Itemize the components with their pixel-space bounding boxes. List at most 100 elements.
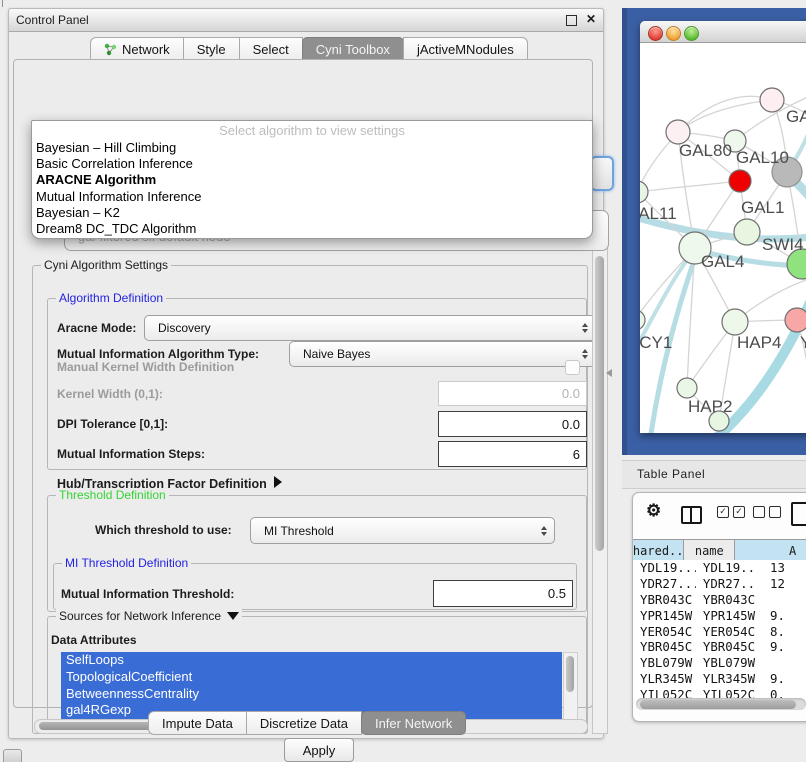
table-header-cell[interactable]: A — [735, 540, 806, 561]
algorithm-dropdown-popup: Select algorithm to view settings Bayesi… — [31, 120, 593, 239]
which-threshold-label: Which threshold to use: — [95, 523, 232, 537]
chevron-down-icon — [227, 612, 239, 620]
mi-threshold-label: Mutual Information Threshold: — [61, 587, 234, 601]
tab-label: Style — [197, 42, 226, 57]
tab-impute-data[interactable]: Impute Data — [148, 711, 247, 735]
table-header-cell[interactable]: name — [684, 540, 735, 561]
table-cell: YBR045C — [633, 639, 696, 655]
float-panel-icon[interactable] — [566, 15, 577, 26]
tab-style[interactable]: Style — [183, 37, 240, 61]
gear-icon[interactable]: ⚙ — [646, 501, 661, 521]
mi-type-value: Naive Bayes — [303, 347, 370, 361]
mac-zoom-button[interactable] — [684, 26, 699, 41]
scrollbar-thumb[interactable] — [640, 700, 796, 709]
network-canvas[interactable]: GALGAL80GAL10GAL1GAL11SWI4GAL4GCY1HAP4YH… — [640, 42, 806, 433]
table-header-cell[interactable]: shared... — [633, 540, 684, 561]
sources-toggle[interactable]: Sources for Network Inference — [56, 609, 242, 623]
network-node[interactable] — [760, 88, 784, 112]
table-window: ⚙ ✓✓ shared...nameA YDL19...YDL19...13YD… — [632, 492, 806, 722]
table-cell: YLR345W — [696, 671, 758, 687]
network-node-label: GAL — [786, 107, 806, 126]
tab-network[interactable]: Network — [90, 37, 184, 61]
table-cell: YDL19... — [633, 560, 696, 576]
algorithm-option[interactable]: Dream8 DC_TDC Algorithm — [32, 221, 592, 237]
mi-steps-field[interactable]: 6 — [438, 441, 587, 467]
table-cell: 9. — [758, 671, 806, 687]
tab-cyni-toolbox[interactable]: Cyni Toolbox — [302, 37, 404, 61]
table-cell: YBL079W — [633, 655, 696, 671]
panel-resize-arrow[interactable] — [606, 369, 612, 377]
tab-jactivemnodules[interactable]: jActiveMNodules — [403, 37, 528, 61]
network-window-titlebar[interactable] — [640, 21, 806, 43]
network-node[interactable] — [640, 310, 645, 330]
dpi-tolerance-field[interactable]: 0.0 — [438, 411, 587, 437]
algorithm-option[interactable]: Bayesian – Hill Climbing — [32, 140, 592, 156]
table-cell: YER054C — [633, 623, 696, 639]
mi-type-select[interactable]: Naive Bayes — [289, 341, 596, 367]
table-row[interactable]: YDL19...YDL19...13 — [633, 560, 806, 576]
network-node[interactable] — [640, 181, 648, 203]
stepper-icon[interactable] — [590, 156, 614, 191]
table-cell: YDR27... — [696, 576, 758, 592]
tab-label: Cyni Toolbox — [316, 42, 390, 57]
algorithm-option[interactable]: Mutual Information Inference — [32, 189, 592, 205]
network-node[interactable] — [722, 309, 748, 335]
table-row[interactable]: YER054CYER054C8. — [633, 623, 806, 639]
corner-widget[interactable] — [3, 749, 22, 762]
algorithm-option[interactable]: Basic Correlation Inference — [32, 156, 592, 172]
panel-title: Control Panel — [16, 13, 89, 27]
dpi-tolerance-value: 0.0 — [562, 417, 580, 432]
data-attribute-item[interactable]: BetweennessCentrality — [61, 686, 562, 703]
attribute-list-scrollbar[interactable] — [563, 652, 578, 721]
table-cell: 12 — [758, 576, 806, 592]
kernel-width-field[interactable]: 0.0 — [438, 381, 587, 406]
table-row[interactable]: YBL079WYBL079W — [633, 655, 806, 671]
network-node[interactable] — [785, 308, 806, 332]
select-all-columns-icon[interactable]: ✓✓ — [717, 506, 745, 518]
apply-button[interactable]: Apply — [284, 738, 354, 762]
tab-label: Network — [122, 42, 170, 57]
table-row[interactable]: YBR045CYBR045C9. — [633, 639, 806, 655]
mac-minimize-button[interactable] — [666, 26, 681, 41]
tab-infer-network[interactable]: Infer Network — [361, 711, 466, 735]
tab-discretize-data[interactable]: Discretize Data — [246, 711, 362, 735]
scrollbar-thumb[interactable] — [595, 256, 604, 551]
deselect-all-columns-icon[interactable] — [753, 506, 781, 518]
application-root: Control Panel ✕ Network Style Select Cyni T… — [0, 0, 806, 762]
close-icon[interactable]: ✕ — [586, 12, 596, 26]
mi-steps-label: Mutual Information Steps: — [57, 447, 205, 461]
clipped-edge-artifact — [2, 0, 3, 7]
control-panel-window: Control Panel ✕ Network Style Select Cyni T… — [8, 8, 604, 739]
tab-select[interactable]: Select — [239, 37, 303, 61]
mi-steps-value: 6 — [573, 447, 580, 462]
table-row[interactable]: YBR043CYBR043C — [633, 592, 806, 608]
network-node[interactable] — [677, 378, 697, 398]
table-row[interactable]: YDR27...YDR27...12 — [633, 576, 806, 592]
cyni-toolbox-content: gal-filtered sif default node Select alg… — [13, 59, 593, 708]
settings-vertical-scrollbar[interactable] — [592, 246, 608, 734]
network-node[interactable] — [729, 170, 751, 192]
scrollbar-thumb[interactable] — [566, 656, 574, 692]
network-window: GALGAL80GAL10GAL1GAL11SWI4GAL4GCY1HAP4YH… — [640, 21, 806, 433]
aracne-mode-select[interactable]: Discovery — [144, 315, 596, 341]
network-node[interactable] — [734, 219, 760, 245]
control-panel-titlebar: Control Panel ✕ — [9, 9, 603, 32]
table-row[interactable]: YLR345WYLR345W9. — [633, 671, 806, 687]
algorithm-option[interactable]: ARACNE Algorithm — [32, 172, 592, 188]
manual-kernel-checkbox[interactable] — [565, 360, 580, 375]
mi-threshold-field[interactable]: 0.5 — [433, 580, 573, 607]
table-horizontal-scrollbar[interactable] — [636, 698, 806, 710]
data-attribute-item[interactable]: TopologicalCoefficient — [61, 669, 562, 686]
algorithm-option[interactable]: Bayesian – K2 — [32, 205, 592, 221]
which-threshold-select[interactable]: MI Threshold — [250, 517, 555, 544]
manual-kernel-label: Manual Kernel Width Definition — [57, 360, 234, 374]
table-cell: YLR345W — [633, 671, 696, 687]
network-node-label: Y — [800, 333, 806, 352]
tab-label: Select — [253, 42, 289, 57]
mac-close-button[interactable] — [648, 26, 663, 41]
data-attribute-item[interactable]: SelfLoops — [61, 652, 562, 669]
import-table-icon[interactable] — [791, 502, 806, 526]
columns-icon[interactable] — [681, 506, 702, 524]
network-node-label: SWI4 — [762, 235, 804, 254]
table-row[interactable]: YPR145WYPR145W9. — [633, 607, 806, 623]
